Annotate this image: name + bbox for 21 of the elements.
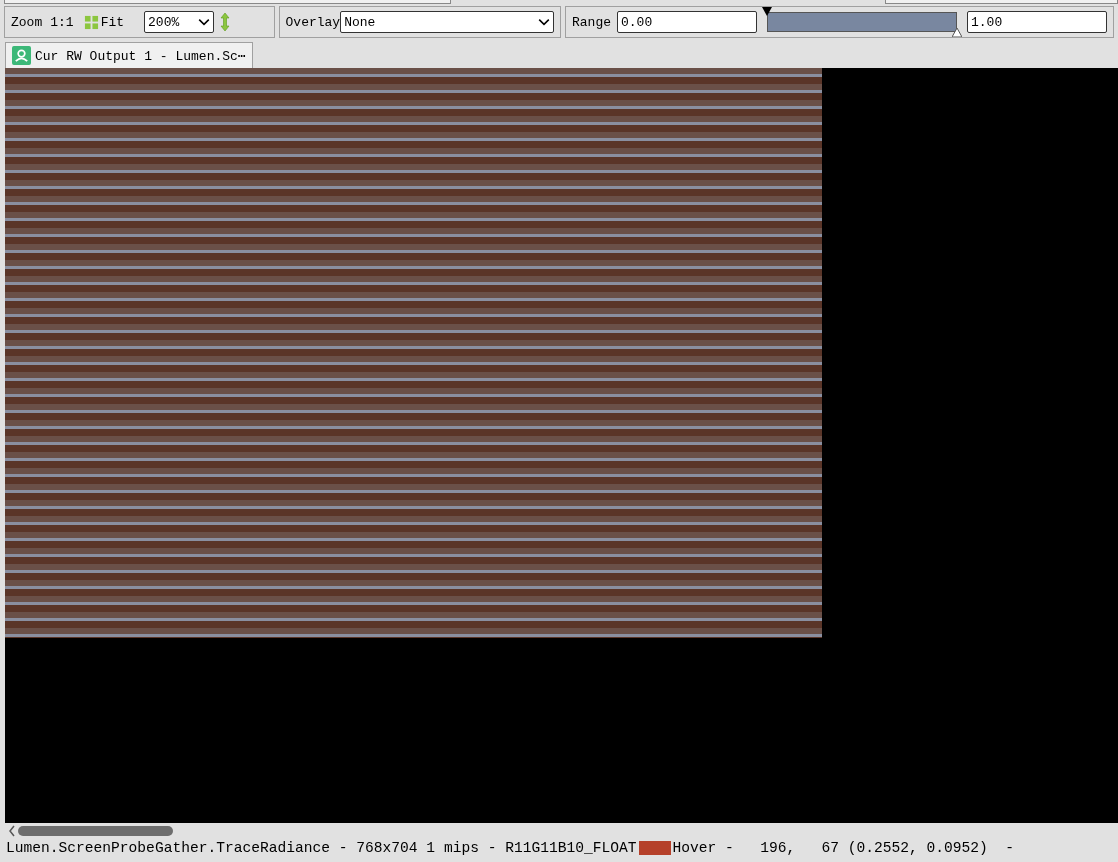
scroll-left-icon[interactable] — [8, 824, 16, 837]
chevron-down-icon — [198, 18, 211, 26]
actual-size-button[interactable]: 1:1 — [48, 14, 76, 30]
range-label: Range — [572, 14, 611, 30]
zoom-label: Zoom — [11, 14, 43, 30]
chevron-down-icon — [538, 18, 550, 26]
texture-tab[interactable]: Cur RW Output 1 - Lumen.Sc⋯ — [5, 42, 253, 68]
range-slider[interactable] — [762, 7, 962, 37]
fit-icon — [83, 14, 99, 30]
fit-button[interactable]: Fit — [81, 14, 127, 30]
texture-info-text: Lumen.ScreenProbeGather.TraceRadiance - 768x704 1 mips - R11G11B10_FLOAT — [6, 840, 637, 856]
user-icon — [12, 46, 31, 65]
hover-info-text: Hover - 196, 67 (0.2552, 0.0952) - — [672, 840, 1015, 856]
overlay-dropdown[interactable]: None — [340, 11, 554, 33]
texture-placeholder[interactable] — [5, 68, 1118, 823]
overlay-label: Overlay — [285, 14, 341, 30]
range-min-handle-icon[interactable] — [762, 7, 772, 17]
range-min-field[interactable]: 0.00 — [617, 11, 757, 33]
range-max-handle-icon[interactable] — [952, 27, 962, 37]
range-max-field[interactable]: 1.00 — [967, 11, 1107, 33]
zoom-dropdown[interactable]: 200% — [144, 11, 215, 33]
